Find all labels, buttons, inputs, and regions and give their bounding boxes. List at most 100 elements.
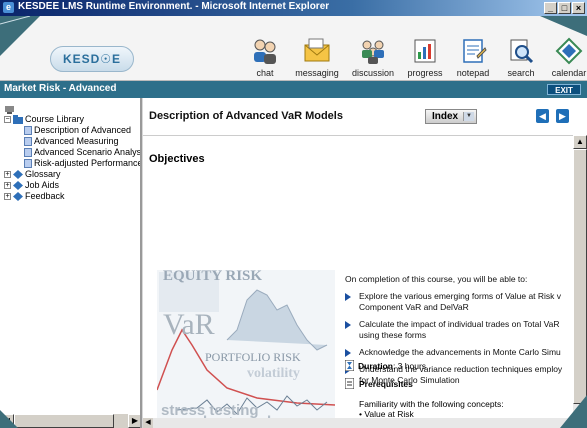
duration-value: : 3 hours <box>392 360 427 371</box>
next-page-button[interactable]: ▶ <box>556 109 569 123</box>
previous-page-button[interactable]: ◀ <box>536 109 549 123</box>
course-tree-pane: − Course Library Description of Advanced… <box>0 98 142 428</box>
diamond-icon <box>13 192 23 201</box>
tree-label: Course Library <box>25 114 85 124</box>
risk-collage-image: EQUITY RISK VaR PORTFOLIO RISK volatilit… <box>157 268 335 428</box>
bullet-arrow-icon <box>345 349 351 357</box>
lms-header: KESD☉E chat messaging discussion progres… <box>0 16 587 81</box>
tree-item-job-aids[interactable]: + Job Aids <box>4 180 140 191</box>
page-icon <box>24 148 32 157</box>
calendar-button[interactable]: calendar <box>547 36 587 78</box>
tree-horizontal-scrollbar[interactable]: ◀ ▶ <box>0 414 140 428</box>
tree-label: Description of Advanced <box>34 125 132 135</box>
tree-top-icon-row <box>4 106 140 114</box>
computer-icon <box>5 106 14 114</box>
window-title: KESDEE LMS Runtime Environment. - Micros… <box>18 1 330 12</box>
minimize-button[interactable]: _ <box>544 2 557 14</box>
bullet-line: Calculate the impact of individual trade… <box>359 319 560 329</box>
browser-window: e KESDEE LMS Runtime Environment. - Micr… <box>0 0 587 428</box>
bullet-arrow-icon <box>345 321 351 329</box>
tree-item-course-library[interactable]: − Course Library <box>4 114 140 125</box>
duration-label: Duration <box>358 360 393 371</box>
equity-risk-text: EQUITY RISK <box>163 268 263 284</box>
collapse-icon[interactable]: − <box>4 116 11 123</box>
search-button[interactable]: search <box>499 36 543 78</box>
scroll-up-arrow-icon[interactable]: ▲ <box>573 135 587 149</box>
content-vertical-scrollbar[interactable]: ▲ ▼ <box>573 135 587 428</box>
page-icon <box>24 137 32 146</box>
calendar-icon <box>555 37 583 65</box>
diamond-icon <box>13 170 23 179</box>
tree-item-description[interactable]: Description of Advanced <box>4 125 140 136</box>
bullet-line: Explore the various emerging forms of Va… <box>359 291 562 301</box>
tree-item-glossary[interactable]: + Glossary <box>4 169 140 180</box>
list-item: Explore the various emerging forms of Va… <box>345 291 575 313</box>
volatility-text: volatility <box>247 366 300 381</box>
notepad-icon <box>463 39 487 63</box>
tree-item-feedback[interactable]: + Feedback <box>4 191 140 202</box>
index-dropdown[interactable]: Index ▼ <box>425 109 477 124</box>
scroll-right-arrow-icon[interactable]: ▶ <box>128 414 140 428</box>
hourglass-icon <box>345 360 354 371</box>
content-horizontal-scrollbar[interactable]: ◀ <box>143 418 573 428</box>
search-icon <box>510 39 534 64</box>
messaging-button[interactable]: messaging <box>291 36 343 78</box>
notepad-label: notepad <box>456 68 490 78</box>
portfolio-risk-text: PORTFOLIO RISK <box>205 350 301 364</box>
tree-item-scenario[interactable]: Advanced Scenario Analysis <box>4 147 142 158</box>
discussion-icon <box>362 40 384 64</box>
scroll-left-arrow-icon[interactable]: ◀ <box>143 418 153 428</box>
notepad-button[interactable]: notepad <box>451 36 495 78</box>
duration-line: Duration : 3 hours <box>345 360 426 371</box>
scroll-thumb[interactable] <box>573 149 587 404</box>
bullet-line: using these forms <box>359 330 427 340</box>
progress-icon <box>414 39 436 63</box>
prerequisites-intro: Familiarity with the following concepts: <box>359 399 504 409</box>
bullet-line: Acknowledge the advancements in Monte Ca… <box>359 347 561 357</box>
close-button[interactable]: × <box>572 2 585 14</box>
messaging-label: messaging <box>295 68 339 78</box>
chat-button[interactable]: chat <box>243 36 287 78</box>
objectives-intro: On completion of this course, you will b… <box>345 274 528 284</box>
expand-icon[interactable]: + <box>4 182 11 189</box>
tree-label: Advanced Measuring <box>34 136 119 146</box>
exit-button[interactable]: EXIT <box>547 84 581 95</box>
discussion-label: discussion <box>351 68 395 78</box>
list-item: Acknowledge the advancements in Monte Ca… <box>345 347 575 358</box>
window-controls: _ □ × <box>544 2 585 14</box>
scroll-down-arrow-icon[interactable]: ▼ <box>573 414 587 428</box>
tree-label: Job Aids <box>25 180 60 190</box>
chat-label: chat <box>256 68 274 78</box>
progress-button[interactable]: progress <box>403 36 447 78</box>
scroll-left-arrow-icon[interactable]: ◀ <box>0 414 14 428</box>
discussion-button[interactable]: discussion <box>347 36 399 78</box>
prerequisites-section: Prerequisites Familiarity with the follo… <box>345 374 575 419</box>
progress-label: progress <box>407 68 443 78</box>
page-title: Description of Advanced VaR Models <box>149 110 343 122</box>
expand-icon[interactable]: + <box>4 171 11 178</box>
maximize-button[interactable]: □ <box>558 2 571 14</box>
kesdee-logo: KESD☉E <box>50 46 134 72</box>
tree-item-risk-adjusted[interactable]: Risk-adjusted Performance <box>4 158 140 169</box>
page-icon <box>24 159 32 168</box>
scroll-thumb[interactable] <box>14 414 114 428</box>
title-bar: e KESDEE LMS Runtime Environment. - Micr… <box>0 0 587 16</box>
objectives-heading: Objectives <box>149 153 205 165</box>
document-icon <box>345 378 354 389</box>
tree-label: Glossary <box>25 169 61 179</box>
course-tree: − Course Library Description of Advanced… <box>4 106 142 202</box>
search-label: search <box>507 68 535 78</box>
content-pane: Description of Advanced VaR Models Index… <box>143 98 587 428</box>
expand-icon[interactable]: + <box>4 193 11 200</box>
toolbar: chat messaging discussion progress notep… <box>243 36 587 78</box>
list-item: Calculate the impact of individual trade… <box>345 319 575 341</box>
var-text: VaR <box>163 308 215 341</box>
tree-label: Advanced Scenario Analysis <box>34 147 142 157</box>
bullet-line: Component VaR and DelVaR <box>359 302 469 312</box>
chevron-down-icon: ▼ <box>463 112 474 121</box>
index-label: Index <box>432 111 459 122</box>
tree-item-measuring[interactable]: Advanced Measuring <box>4 136 140 147</box>
messaging-icon <box>304 38 330 62</box>
bullet-arrow-icon <box>345 293 351 301</box>
chat-icon <box>254 39 276 64</box>
